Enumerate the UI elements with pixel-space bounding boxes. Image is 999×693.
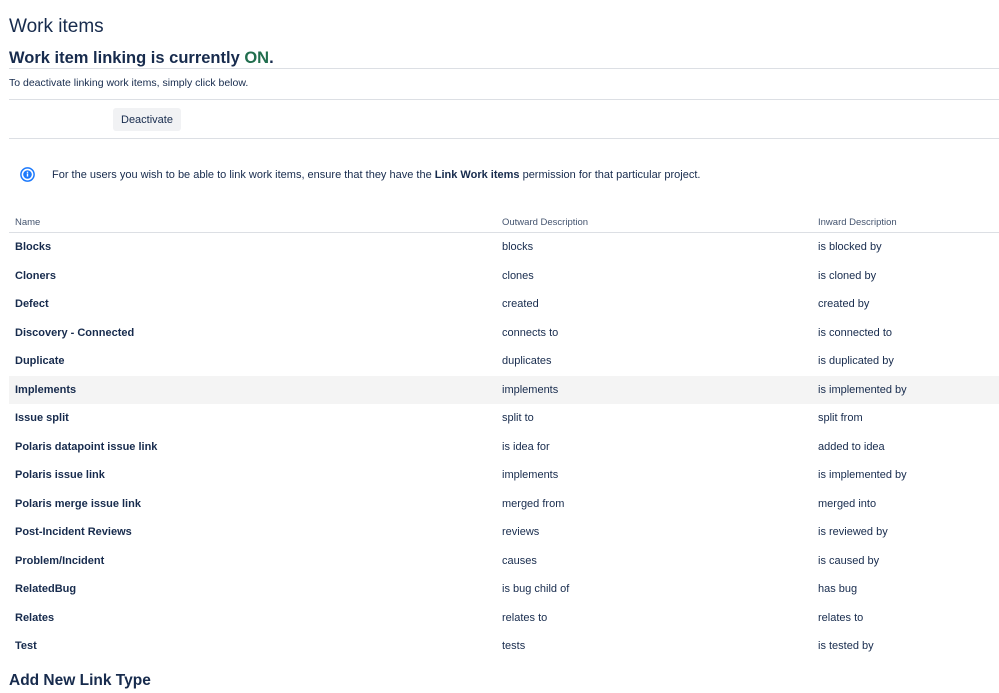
info-text: For the users you wish to be able to lin… [52, 168, 701, 181]
table-row: Problem/Incident causes is caused by [9, 547, 999, 576]
inward-description: is cloned by [818, 269, 877, 282]
inward-description: is tested by [818, 640, 874, 653]
outward-description: merged from [502, 497, 565, 510]
link-name: Problem/Incident [15, 554, 105, 567]
inward-description: is duplicated by [818, 355, 894, 368]
outward-description: relates to [502, 611, 548, 624]
link-name: Implements [9, 375, 496, 404]
link-name: Test [15, 640, 37, 653]
table-row: Cloners clones is cloned by [9, 262, 999, 291]
table-row: Test tests is tested by [9, 632, 999, 661]
table-row: RelatedBug is bug child of has bug [9, 575, 999, 604]
inward-description: relates to [818, 611, 864, 624]
link-name: Post-Incident Reviews [15, 526, 132, 539]
link-name: Issue split [15, 412, 69, 425]
status-prefix: Work item linking is currently [9, 49, 245, 67]
table-row: Polaris merge issue link merged from merge… [9, 490, 999, 519]
outward-description: clones [502, 269, 534, 282]
table-row-hovered: Implements implements is implemented by [9, 375, 999, 404]
table-row: Polaris datapoint issue link is idea for a… [9, 433, 999, 462]
outward-description: is idea for [502, 440, 550, 453]
link-name: Duplicate [15, 355, 65, 368]
table-row: Post-Incident Reviews reviews is reviewed … [9, 518, 999, 547]
column-header-outward: Outward Description [496, 213, 812, 233]
inward-description: is reviewed by [818, 526, 888, 539]
inward-description: split from [818, 412, 863, 425]
linking-status-heading: Work item linking is currently ON. [9, 49, 274, 68]
status-suffix: . [269, 49, 274, 67]
outward-description: is bug child of [502, 583, 570, 596]
divider [9, 68, 999, 69]
link-name: RelatedBug [15, 583, 77, 596]
link-name: Polaris datapoint issue link [15, 440, 158, 453]
add-link-type-heading: Add New Link Type [9, 672, 151, 689]
outward-description: split to [502, 412, 534, 425]
link-name: Polaris issue link [15, 469, 105, 482]
table-row: Blocks blocks is blocked by [9, 233, 999, 262]
outward-description: causes [502, 554, 537, 567]
info-icon [20, 167, 35, 182]
link-name: Blocks [15, 241, 52, 254]
deactivate-help-text: To deactivate linking work items, simply… [9, 77, 249, 89]
table-row: Relates relates to relates to [9, 604, 999, 633]
table-row: Discovery - Connected connects to is conne… [9, 319, 999, 348]
inward-description: created by [818, 298, 870, 311]
table-row: Issue split split to split from [9, 404, 999, 433]
inward-description: is connected to [818, 326, 892, 339]
table-row: Polaris issue link implements is implement… [9, 461, 999, 490]
table-header-row: Name Outward Description Inward Descript… [9, 213, 999, 233]
table-row: Defect created created by [9, 290, 999, 319]
outward-description: created [502, 298, 539, 311]
inward-description: merged into [818, 497, 877, 510]
link-name: Polaris merge issue link [15, 497, 141, 510]
link-name: Defect [15, 298, 49, 311]
link-name: Cloners [15, 269, 56, 282]
inward-description: is caused by [818, 554, 880, 567]
permission-name: Link Work items [434, 168, 520, 181]
deactivate-button[interactable]: Deactivate [113, 108, 181, 131]
link-name: Discovery - Connected [15, 326, 135, 339]
divider [9, 138, 999, 139]
inward-description: is implemented by [812, 375, 999, 404]
inward-description: added to idea [818, 440, 885, 453]
column-header-inward: Inward Description [812, 213, 999, 233]
outward-description: tests [502, 640, 526, 653]
outward-description: implements [496, 375, 812, 404]
page-title: Work items [9, 16, 104, 37]
outward-description: reviews [502, 526, 540, 539]
info-message: For the users you wish to be able to lin… [20, 167, 700, 182]
status-on-badge: ON [244, 49, 270, 67]
inward-description: is blocked by [818, 241, 882, 254]
outward-description: implements [502, 469, 559, 482]
table-row: Duplicate duplicates is duplicated by [9, 347, 999, 376]
divider [9, 99, 999, 100]
link-types-table: Name Outward Description Inward Descript… [9, 213, 999, 661]
column-header-name: Name [9, 213, 496, 233]
link-name: Relates [15, 611, 55, 624]
outward-description: connects to [502, 326, 559, 339]
outward-description: blocks [502, 241, 534, 254]
outward-description: duplicates [502, 355, 552, 368]
inward-description: is implemented by [818, 469, 907, 482]
inward-description: has bug [818, 583, 858, 596]
